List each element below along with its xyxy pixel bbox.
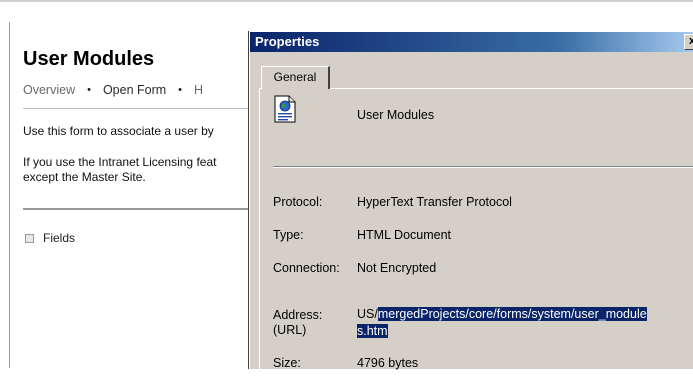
page-nav: Overview • Open Form • H [23, 83, 203, 97]
protocol-value: HyperText Transfer Protocol [357, 195, 512, 209]
dialog-title: Properties [255, 34, 320, 49]
address-prefix: US/ [357, 307, 378, 321]
fields-label: Fields [43, 231, 76, 245]
address-label-line1: Address: [273, 308, 323, 322]
collapse-square-icon [25, 233, 34, 243]
address-value[interactable]: US/mergedProjects/core/forms/system/user… [357, 306, 693, 340]
type-label: Type: [273, 228, 304, 242]
dialog-titlebar[interactable]: Properties x [250, 32, 693, 52]
page-title: User Modules [23, 48, 155, 70]
html-document-icon [274, 95, 296, 123]
divider [23, 108, 249, 109]
type-value: HTML Document [357, 228, 452, 242]
separator [273, 166, 693, 167]
protocol-label: Protocol: [273, 195, 323, 209]
address-label: Address: (URL) [273, 308, 322, 338]
window-top-border [0, 0, 693, 2]
fields-section-toggle[interactable]: Fields [23, 231, 75, 245]
document-name: User Modules [357, 108, 435, 122]
nav-separator: • [178, 84, 183, 96]
tab-general[interactable]: General [261, 66, 330, 89]
address-selected-text: mergedProjects/core/forms/system/user_mo… [377, 307, 647, 321]
nav-overview-link[interactable]: Overview [23, 83, 75, 97]
licensing-paragraph-line2: except the Master Site. [23, 170, 146, 184]
address-label-line2: (URL) [273, 323, 307, 337]
connection-label: Connection: [273, 261, 340, 275]
licensing-paragraph-line1: If you use the Intranet Licensing feat [23, 155, 217, 169]
nav-separator: • [87, 84, 91, 96]
intro-paragraph: Use this form to associate a user by [23, 124, 214, 138]
close-button[interactable]: x [684, 34, 693, 50]
nav-truncated-link[interactable]: H [194, 83, 203, 97]
content-frame-border [9, 22, 10, 368]
connection-value: Not Encrypted [357, 261, 437, 275]
address-selected-text-line2: s.htm [357, 324, 388, 338]
divider [23, 208, 249, 210]
nav-open-form-link[interactable]: Open Form [103, 83, 166, 97]
